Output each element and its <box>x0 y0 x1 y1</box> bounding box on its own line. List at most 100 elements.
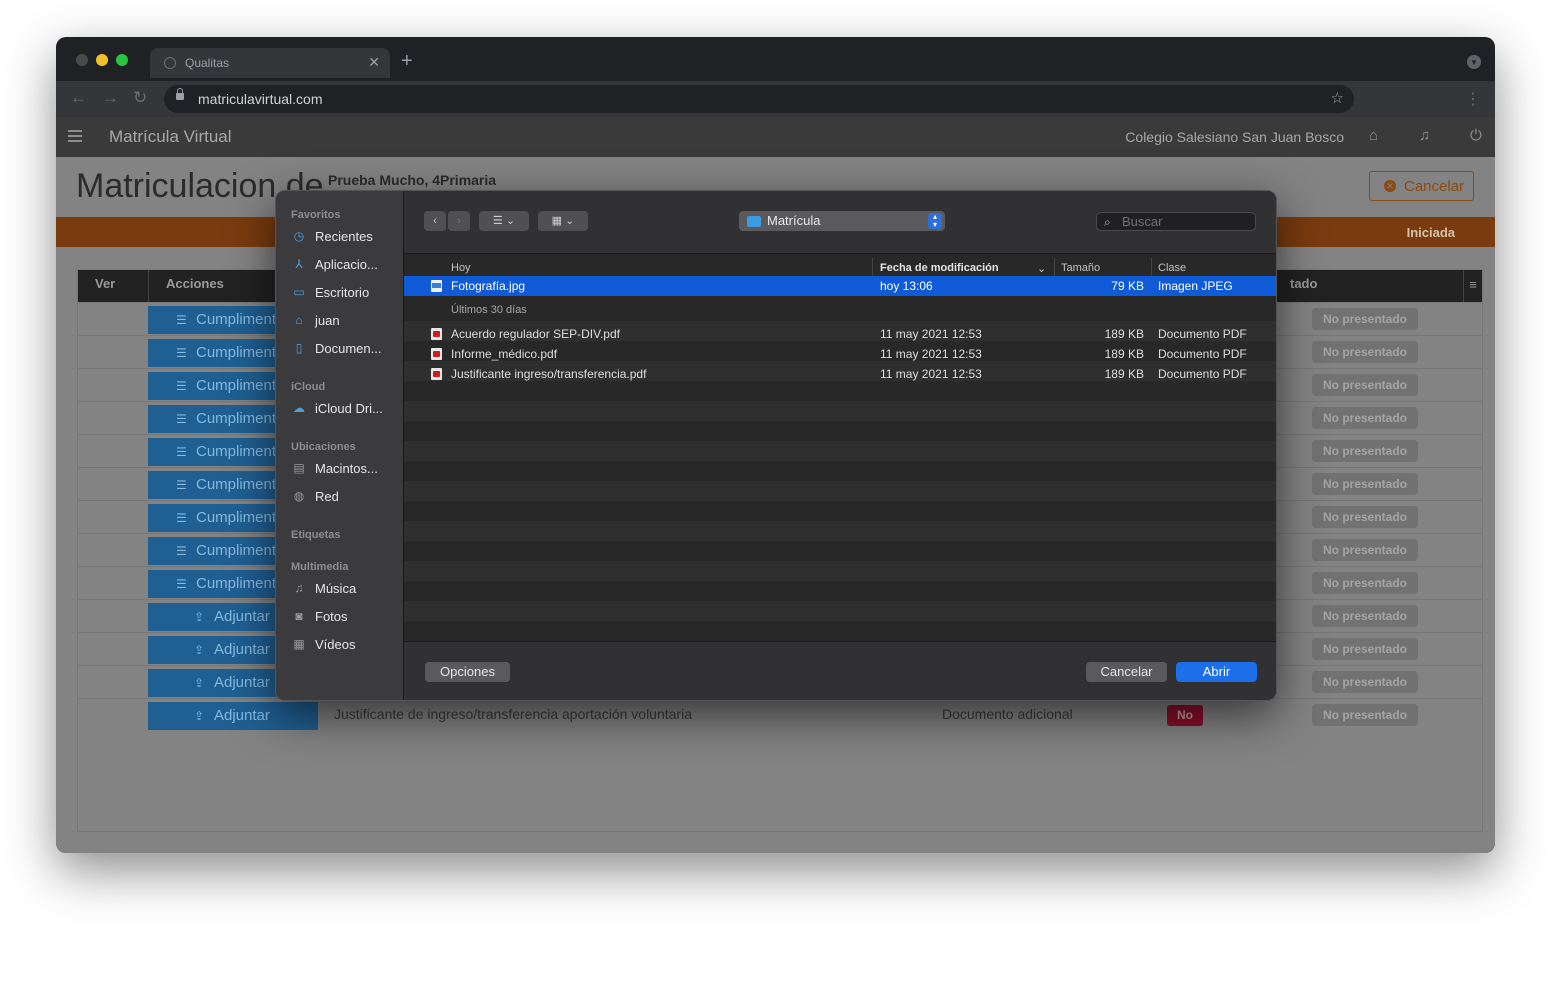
enrollment-status: Iniciada <box>1406 225 1455 240</box>
dialog-toolbar: ‹ › ☰ ⌄ ▦ ⌄ Matrícula ▴ ▾ ⌕ Buscar <box>404 191 1276 254</box>
applications-icon: ⅄ <box>295 257 303 271</box>
file-row-justificante[interactable]: Justificante ingreso/transferencia.pdf 1… <box>404 364 1276 384</box>
sidebar-item-icloud-drive[interactable]: ☁ iCloud Dri... <box>291 398 401 420</box>
browser-toolbar: ← → ↻ matriculavirtual.com ☆ ⋮ <box>56 81 1495 117</box>
file-name: Acuerdo regulador SEP-DIV.pdf <box>451 327 620 341</box>
upload-icon: ⇪ <box>194 709 205 723</box>
address-bar[interactable]: matriculavirtual.com ☆ <box>164 85 1354 113</box>
close-tab-icon[interactable]: ✕ <box>368 54 380 71</box>
action-label: Adjuntar <box>214 707 270 724</box>
file-row-fotografia[interactable]: Fotografía.jpg hoy 13:06 79 KB Imagen JP… <box>404 276 1276 296</box>
maximize-window-button[interactable] <box>116 54 128 66</box>
grid-view-icon[interactable]: ▦ ⌄ <box>538 211 588 231</box>
status-badge: No presentado <box>1312 671 1418 693</box>
back-chevron-icon[interactable]: ‹ <box>424 211 446 231</box>
back-icon[interactable]: ← <box>70 88 87 108</box>
file-size: 189 KB <box>1104 347 1144 361</box>
updown-chevron-icon: ▴ ▾ <box>928 213 942 229</box>
sidebar-section-icloud: iCloud <box>291 381 326 393</box>
forward-chevron-icon[interactable]: › <box>448 211 470 231</box>
bookmark-star-icon[interactable]: ☆ <box>1331 89 1344 107</box>
sidebar-item-juan[interactable]: ⌂ juan <box>291 310 401 332</box>
bell-icon[interactable]: ♫ <box>1419 127 1430 144</box>
adjuntar-button[interactable]: ⇪ Adjuntar <box>148 702 318 730</box>
file-row-acuerdo[interactable]: Acuerdo regulador SEP-DIV.pdf 11 may 202… <box>404 324 1276 344</box>
status-badge: No presentado <box>1312 374 1418 396</box>
options-button[interactable]: Opciones <box>425 662 510 682</box>
folder-path-popup[interactable]: Matrícula ▴ ▾ <box>739 211 945 231</box>
sidebar-item-videos[interactable]: ▦ Vídeos <box>291 634 401 656</box>
col-ver[interactable]: Ver <box>95 276 115 291</box>
jpeg-file-icon <box>431 280 442 292</box>
file-size: 189 KB <box>1104 327 1144 341</box>
file-date: 11 may 2021 12:53 <box>880 327 982 341</box>
cloud-icon: ☁ <box>293 401 305 415</box>
tab-search-icon[interactable]: ▾ <box>1467 55 1481 69</box>
list-view-icon[interactable]: ☰ ⌄ <box>479 211 529 231</box>
sidebar-item-recientes[interactable]: ◷ Recientes <box>291 226 401 248</box>
sidebar-section-favoritos: Favoritos <box>291 209 341 221</box>
url-text: matriculavirtual.com <box>198 91 323 107</box>
sidebar-item-musica[interactable]: ♫ Música <box>291 578 401 600</box>
dialog-cancel-button[interactable]: Cancelar <box>1086 662 1167 682</box>
sidebar-item-fotos[interactable]: ◙ Fotos <box>291 606 401 628</box>
search-icon: ⌕ <box>1104 215 1111 229</box>
col-date-modified[interactable]: Fecha de modificación <box>880 262 999 274</box>
browser-menu-icon[interactable]: ⋮ <box>1465 89 1481 109</box>
col-name[interactable]: Hoy <box>451 262 471 274</box>
col-acciones[interactable]: Acciones <box>166 276 224 291</box>
network-globe-icon: ◍ <box>293 489 305 503</box>
dialog-footer: Opciones Cancelar Abrir <box>404 641 1276 700</box>
film-icon: ▦ <box>293 637 305 651</box>
file-kind: Imagen JPEG <box>1158 279 1233 293</box>
desktop-icon: ▭ <box>293 285 305 299</box>
hamburger-icon[interactable] <box>68 130 82 145</box>
forward-icon[interactable]: → <box>102 88 119 108</box>
new-tab-icon[interactable]: + <box>401 50 413 72</box>
home-icon[interactable]: ⌂ <box>1369 127 1378 144</box>
browser-tab[interactable]: Qualitas ✕ <box>150 48 390 78</box>
list-icon: ☰ <box>176 313 187 327</box>
sidebar-item-aplicaciones[interactable]: ⅄ Aplicacio... <box>291 254 401 276</box>
open-button[interactable]: Abrir <box>1176 662 1257 682</box>
status-badge: No presentado <box>1312 572 1418 594</box>
sidebar-item-red[interactable]: ◍ Red <box>291 486 401 508</box>
minimize-window-button[interactable] <box>96 54 108 66</box>
sidebar-section-multimedia: Multimedia <box>291 561 349 573</box>
file-name: Informe_médico.pdf <box>451 347 558 361</box>
tab-favicon-icon <box>164 57 176 69</box>
site-brand[interactable]: Matrícula Virtual <box>109 127 232 147</box>
reload-icon[interactable]: ↻ <box>133 88 147 108</box>
sidebar-item-macintosh[interactable]: ▤ Macintos... <box>291 458 401 480</box>
status-badge: No presentado <box>1312 704 1418 726</box>
music-note-icon: ♫ <box>294 581 304 595</box>
search-input[interactable]: ⌕ Buscar <box>1096 212 1256 231</box>
file-row-informe[interactable]: Informe_médico.pdf 11 may 2021 12:53 189… <box>404 344 1276 364</box>
column-menu-icon[interactable]: ≡ <box>1463 270 1482 302</box>
list-icon: ☰ <box>176 478 187 492</box>
list-icon: ☰ <box>176 445 187 459</box>
power-icon[interactable]: ⏻ <box>1470 127 1482 144</box>
clock-icon: ◷ <box>293 229 305 243</box>
cancel-enrollment-button[interactable]: ✕ Cancelar <box>1369 171 1474 201</box>
sort-chevron-icon: ⌄ <box>1037 263 1047 275</box>
sidebar-item-escritorio[interactable]: ▭ Escritorio <box>291 282 401 304</box>
table-row: ⇪ Adjuntar Justificante de ingreso/transfe… <box>78 698 1482 731</box>
action-label: Adjuntar <box>214 641 270 658</box>
status-badge: No presentado <box>1312 407 1418 429</box>
upload-icon: ⇪ <box>194 643 205 657</box>
col-kind[interactable]: Clase <box>1158 262 1186 274</box>
document-icon: ▯ <box>295 341 303 355</box>
col-estado[interactable]: tado <box>1290 276 1317 291</box>
pdf-file-icon <box>431 328 442 340</box>
close-window-button[interactable] <box>76 54 88 66</box>
file-date: 11 may 2021 12:53 <box>880 367 982 381</box>
pdf-file-icon <box>431 368 442 380</box>
camera-icon: ◙ <box>295 609 303 623</box>
sidebar-item-documentos[interactable]: ▯ Documen... <box>291 338 401 360</box>
hard-drive-icon: ▤ <box>293 461 305 475</box>
col-size[interactable]: Tamaño <box>1061 262 1100 274</box>
home-folder-icon: ⌂ <box>295 313 303 327</box>
file-name: Justificante ingreso/transferencia.pdf <box>451 367 647 381</box>
status-badge: No presentado <box>1312 605 1418 627</box>
